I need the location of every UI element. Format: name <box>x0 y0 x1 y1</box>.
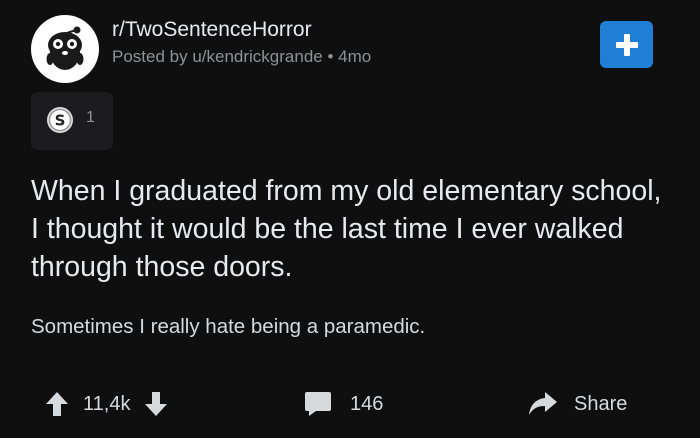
awards-button[interactable]: S 1 <box>31 92 113 150</box>
upvote-button[interactable] <box>45 391 69 417</box>
subreddit-name[interactable]: r/TwoSentenceHorror <box>112 17 371 43</box>
comments-button[interactable]: 146 <box>304 384 383 424</box>
share-button[interactable]: Share <box>528 384 627 424</box>
comments-count: 146 <box>350 392 384 415</box>
snoo-ghost-icon <box>46 26 84 70</box>
post-card: r/TwoSentenceHorror Posted by u/kendrick… <box>0 0 700 438</box>
silver-award-icon: S <box>47 107 73 133</box>
post-header: r/TwoSentenceHorror Posted by u/kendrick… <box>112 17 371 69</box>
post-title[interactable]: When I graduated from my old elementary … <box>31 172 671 286</box>
post-age: 4mo <box>338 47 372 66</box>
award-count: 1 <box>86 109 95 126</box>
posted-by[interactable]: Posted by u/kendrickgrande <box>112 47 323 66</box>
meta-separator: • <box>327 47 334 66</box>
action-bar: 11,4k 146 Share <box>0 384 700 424</box>
vote-count: 11,4k <box>83 392 131 415</box>
vote-group: 11,4k <box>45 384 168 424</box>
downvote-button[interactable] <box>144 391 168 417</box>
share-arrow-icon <box>529 392 557 415</box>
arrow-down-icon <box>145 392 168 416</box>
subreddit-avatar[interactable] <box>31 15 99 83</box>
comment-bubble-icon <box>305 392 331 416</box>
plus-icon <box>615 33 638 56</box>
svg-text:S: S <box>55 112 66 130</box>
share-label: Share <box>574 392 628 415</box>
join-button[interactable] <box>600 21 653 68</box>
arrow-up-icon <box>46 392 68 416</box>
post-body: Sometimes I really hate being a paramedi… <box>31 315 426 338</box>
post-meta: Posted by u/kendrickgrande • 4mo <box>112 45 371 69</box>
